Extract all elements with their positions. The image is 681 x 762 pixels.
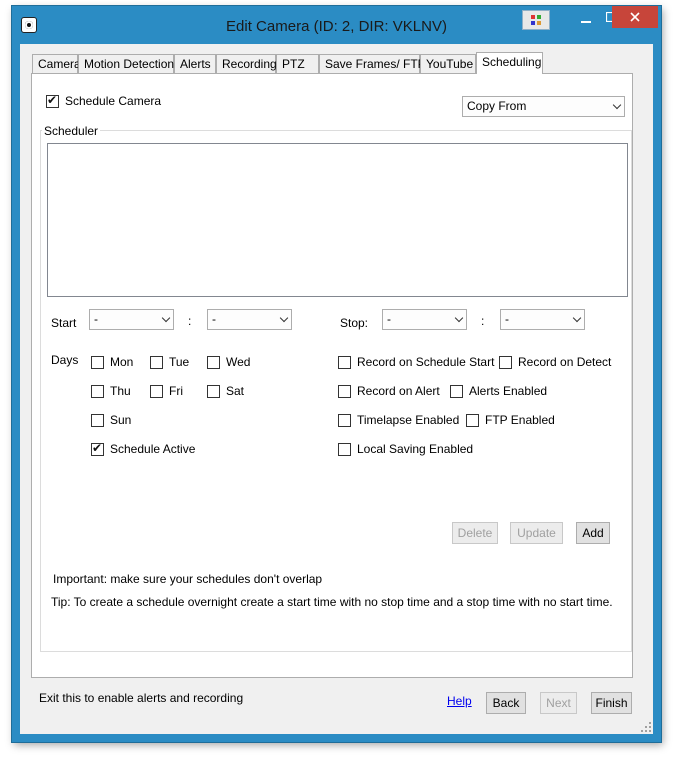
fri-label: Fri <box>169 384 183 398</box>
minimize-icon <box>581 21 591 23</box>
chevron-down-icon <box>614 102 621 109</box>
tue-checkbox[interactable] <box>150 356 163 369</box>
chevron-down-icon <box>574 315 581 322</box>
start-time-separator: : <box>188 314 192 328</box>
schedule-camera-checkbox[interactable] <box>46 93 59 108</box>
chevron-down-icon <box>163 315 170 322</box>
stop-time-separator: : <box>481 314 485 328</box>
start-minute-value: - <box>212 312 216 326</box>
timelapse-enabled-checkbox[interactable] <box>338 414 351 427</box>
tab-alerts[interactable]: Alerts <box>174 54 216 73</box>
fri-checkbox[interactable] <box>150 385 163 398</box>
schedule-list[interactable] <box>47 143 628 297</box>
scheduler-group-label: Scheduler <box>42 124 101 138</box>
local-saving-enabled-label: Local Saving Enabled <box>357 442 474 456</box>
mon-checkbox[interactable] <box>91 356 104 369</box>
chevron-down-icon <box>456 315 463 322</box>
scheduler-group: Scheduler Start - : - Stop: - : - Days M… <box>40 124 632 652</box>
special-icon-button[interactable] <box>522 10 550 30</box>
finish-button[interactable]: Finish <box>591 692 632 714</box>
sun-checkbox[interactable] <box>91 414 104 427</box>
tab-scheduling[interactable]: Scheduling <box>476 52 543 74</box>
schedule-active-label: Schedule Active <box>110 442 196 456</box>
dialog-client: Camera Motion Detection Alerts Recording… <box>20 44 653 734</box>
ftp-enabled-checkbox[interactable] <box>466 414 479 427</box>
record-on-schedule-start-checkbox[interactable] <box>338 356 351 369</box>
stop-label: Stop: <box>340 316 369 330</box>
start-hour-value: - <box>94 312 98 326</box>
schedule-active-checkbox[interactable] <box>91 441 104 456</box>
close-button[interactable] <box>612 6 658 28</box>
minimize-button[interactable] <box>572 6 600 28</box>
scheduling-tab-page: Schedule Camera Copy From Scheduler Star… <box>31 73 633 678</box>
copy-from-select[interactable]: Copy From <box>462 96 625 117</box>
sun-label: Sun <box>110 413 132 427</box>
special-icon <box>531 15 541 25</box>
tab-motion-detection[interactable]: Motion Detection <box>78 54 174 73</box>
help-link[interactable]: Help <box>447 694 472 708</box>
chevron-down-icon <box>281 315 288 322</box>
copy-from-value: Copy From <box>467 99 527 113</box>
tab-save-frames-ftp[interactable]: Save Frames/ FTP <box>319 54 426 73</box>
thu-label: Thu <box>110 384 131 398</box>
record-on-detect-label: Record on Detect <box>518 355 612 369</box>
resize-grip[interactable] <box>641 722 651 732</box>
alerts-enabled-checkbox[interactable] <box>450 385 463 398</box>
stop-hour-select[interactable]: - <box>382 309 467 330</box>
record-on-alert-label: Record on Alert <box>357 384 440 398</box>
schedule-camera-label: Schedule Camera <box>65 94 162 108</box>
start-hour-select[interactable]: - <box>89 309 174 330</box>
stop-minute-select[interactable]: - <box>500 309 585 330</box>
next-button[interactable]: Next <box>540 692 577 714</box>
delete-button[interactable]: Delete <box>452 522 498 544</box>
record-on-detect-checkbox[interactable] <box>499 356 512 369</box>
alerts-enabled-label: Alerts Enabled <box>469 384 548 398</box>
wed-label: Wed <box>226 355 251 369</box>
tue-label: Tue <box>169 355 190 369</box>
local-saving-enabled-checkbox[interactable] <box>338 443 351 456</box>
title-bar[interactable]: Edit Camera (ID: 2, DIR: VKLNV) — <box>12 6 661 44</box>
start-minute-select[interactable]: - <box>207 309 292 330</box>
stop-minute-value: - <box>505 312 509 326</box>
back-button[interactable]: Back <box>486 692 526 714</box>
days-label: Days <box>51 353 79 367</box>
window-title: Edit Camera (ID: 2, DIR: VKLNV) <box>226 18 447 35</box>
mon-label: Mon <box>110 355 134 369</box>
ftp-enabled-label: FTP Enabled <box>485 413 555 427</box>
footer-message: Exit this to enable alerts and recording <box>39 691 244 705</box>
tab-ptz[interactable]: PTZ <box>276 54 319 73</box>
tab-recording[interactable]: Recording <box>216 54 277 73</box>
close-icon <box>630 12 640 22</box>
tab-camera[interactable]: Camera <box>32 54 81 73</box>
wed-checkbox[interactable] <box>207 356 220 369</box>
start-label: Start <box>51 316 77 330</box>
record-on-schedule-start-label: Record on Schedule Start <box>357 355 495 369</box>
thu-checkbox[interactable] <box>91 385 104 398</box>
stop-hour-value: - <box>387 312 391 326</box>
record-on-alert-checkbox[interactable] <box>338 385 351 398</box>
tip-note: Tip: To create a schedule overnight crea… <box>51 595 613 609</box>
edit-camera-window: Edit Camera (ID: 2, DIR: VKLNV) — Camera… <box>12 6 661 742</box>
important-note: Important: make sure your schedules don'… <box>53 572 323 586</box>
update-button[interactable]: Update <box>510 522 563 544</box>
sat-checkbox[interactable] <box>207 385 220 398</box>
add-button[interactable]: Add <box>576 522 610 544</box>
tab-youtube[interactable]: YouTube <box>420 54 476 73</box>
sat-label: Sat <box>226 384 245 398</box>
timelapse-enabled-label: Timelapse Enabled <box>357 413 460 427</box>
